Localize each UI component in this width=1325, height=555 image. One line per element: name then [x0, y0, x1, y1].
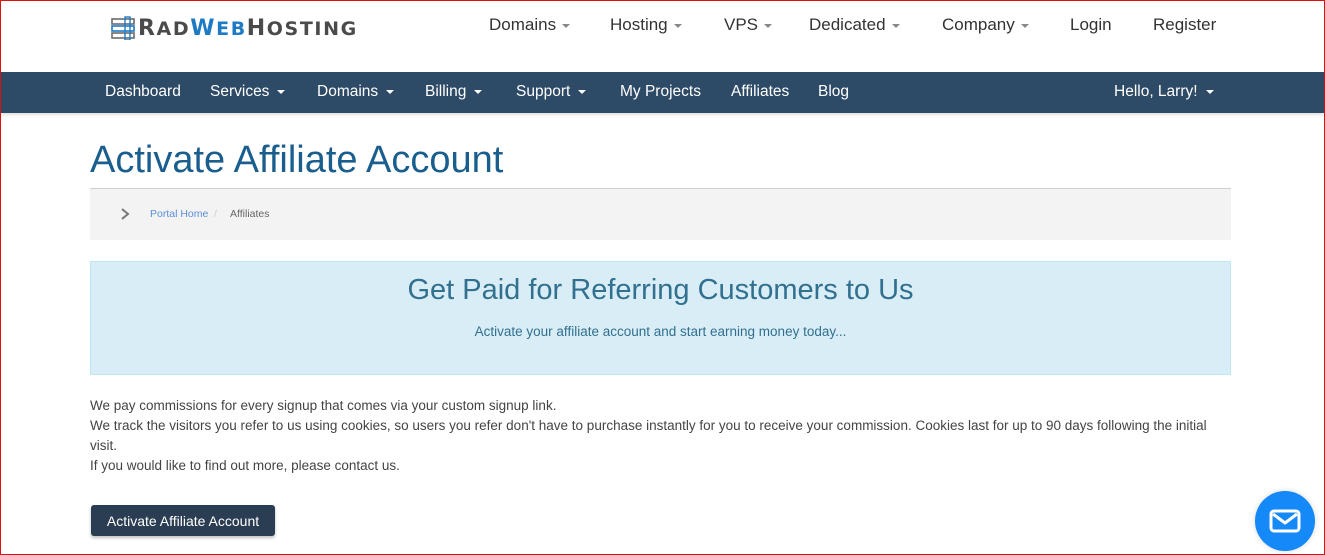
caret-down-icon	[562, 23, 571, 28]
nav-my-projects-label: My Projects	[620, 83, 701, 100]
topnav-domains[interactable]: Domains	[489, 15, 571, 35]
topnav-domains-label: Domains	[489, 15, 557, 34]
topnav-login-label: Login	[1070, 15, 1112, 34]
main-navbar: Dashboard Services Domains Billing Suppo…	[1, 72, 1324, 113]
topnav-company[interactable]: Company	[942, 15, 1029, 35]
topnav-vps[interactable]: VPS	[724, 15, 773, 35]
user-menu[interactable]: Hello, Larry!	[1114, 83, 1214, 101]
top-header: RADWEBHOSTING Domains Hosting VPS Dedica…	[1, 1, 1324, 72]
caret-down-icon	[578, 89, 587, 94]
nav-support-label: Support	[516, 83, 571, 100]
topnav-hosting[interactable]: Hosting	[610, 15, 682, 35]
nav-dashboard-label: Dashboard	[105, 83, 181, 100]
user-menu-label: Hello, Larry!	[1114, 83, 1198, 100]
envelope-icon	[1269, 509, 1301, 533]
nav-services[interactable]: Services	[210, 83, 286, 101]
chat-button[interactable]	[1255, 491, 1315, 551]
affiliate-info-banner: Get Paid for Referring Customers to Us A…	[90, 261, 1231, 375]
description-line: If you would like to find out more, plea…	[90, 458, 400, 473]
banner-subtitle: Activate your affiliate account and star…	[474, 324, 847, 339]
caret-down-icon	[764, 23, 773, 28]
caret-down-icon	[386, 89, 395, 94]
nav-blog[interactable]: Blog	[818, 83, 849, 101]
banner-title: Get Paid for Referring Customers to Us	[407, 274, 914, 306]
affiliate-description: We pay commissions for every signup that…	[90, 396, 1235, 476]
caret-down-icon	[1205, 89, 1214, 94]
caret-down-icon	[1020, 23, 1029, 28]
brand-name: RADWEBHOSTING	[138, 15, 358, 41]
nav-domains-label: Domains	[317, 83, 379, 100]
caret-down-icon	[891, 23, 900, 28]
caret-down-icon	[277, 89, 286, 94]
topnav-register-label: Register	[1153, 15, 1217, 34]
topnav-dedicated-label: Dedicated	[809, 15, 886, 34]
breadcrumb-current: Affiliates	[230, 208, 270, 220]
caret-down-icon	[474, 89, 483, 94]
nav-services-label: Services	[210, 83, 270, 100]
nav-dashboard[interactable]: Dashboard	[105, 83, 181, 101]
topnav-login[interactable]: Login	[1070, 15, 1112, 35]
breadcrumb: Portal Home / Affiliates	[90, 188, 1231, 240]
nav-support[interactable]: Support	[516, 83, 587, 101]
breadcrumb-separator: /	[214, 208, 217, 220]
nav-domains[interactable]: Domains	[317, 83, 395, 101]
topnav-hosting-label: Hosting	[610, 15, 668, 34]
breadcrumb-portal-home[interactable]: Portal Home	[150, 208, 208, 220]
page-title: Activate Affiliate Account	[90, 139, 504, 181]
topnav-company-label: Company	[942, 15, 1015, 34]
topnav-dedicated[interactable]: Dedicated	[809, 15, 900, 35]
nav-blog-label: Blog	[818, 83, 850, 100]
nav-my-projects[interactable]: My Projects	[620, 83, 701, 101]
nav-billing-label: Billing	[425, 83, 467, 100]
chevron-right-icon	[121, 208, 130, 220]
topnav-vps-label: VPS	[724, 15, 759, 34]
logo[interactable]: RADWEBHOSTING	[111, 14, 358, 42]
nav-affiliates[interactable]: Affiliates	[731, 83, 789, 101]
activate-affiliate-account-button[interactable]: Activate Affiliate Account	[91, 505, 275, 536]
caret-down-icon	[673, 23, 682, 28]
description-line: We pay commissions for every signup that…	[90, 398, 557, 413]
nav-billing[interactable]: Billing	[425, 83, 483, 101]
server-icon	[111, 16, 135, 40]
description-line: We track the visitors you refer to us us…	[90, 418, 1207, 453]
topnav-register[interactable]: Register	[1153, 15, 1216, 35]
nav-affiliates-label: Affiliates	[731, 83, 790, 100]
